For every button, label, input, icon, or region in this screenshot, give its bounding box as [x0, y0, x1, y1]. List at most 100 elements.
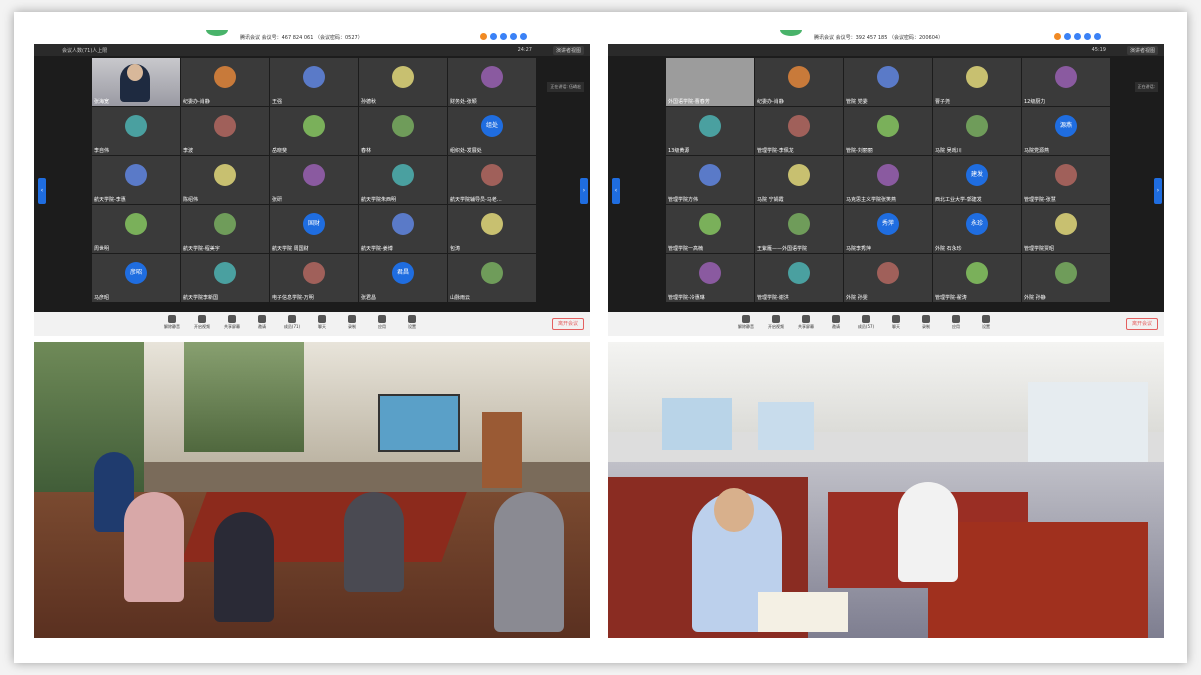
participant-tile[interactable]: 13级黄源 — [666, 107, 754, 155]
participant-tile[interactable]: 航天学院-程美宇 — [181, 205, 269, 253]
participant-tile[interactable]: 曹子尧 — [933, 58, 1021, 106]
participant-tile[interactable]: 外国语学院-曹春芳 — [666, 58, 754, 106]
meeting-topbar: 会议人数(71)人上限 24:27 演讲者视图 — [34, 44, 590, 56]
next-page-icon[interactable]: › — [580, 178, 588, 204]
participant-avatar — [392, 213, 414, 235]
participant-tile[interactable]: 管理学院方伟 — [666, 156, 754, 204]
participant-tile[interactable]: 马院 宁娟霞 — [755, 156, 843, 204]
toolbar-icon — [922, 315, 930, 323]
participant-tile[interactable]: 组处 组织处-发展处 — [448, 107, 536, 155]
toolbar-item[interactable]: 邀请 — [826, 315, 846, 330]
meeting-room-photo-left — [34, 342, 590, 638]
participant-tile[interactable]: 君昌 张君昌 — [359, 254, 447, 302]
toolbar-item[interactable]: 聊天 — [312, 315, 332, 330]
participant-tile[interactable]: 秀萍 马院李秀萍 — [844, 205, 932, 253]
participant-tile[interactable]: 管理学院-谢洪 — [755, 254, 843, 302]
participant-name: 周世明 — [94, 246, 110, 252]
toolbar-item[interactable]: 设置 — [976, 315, 996, 330]
toolbar-label: 应用 — [378, 324, 386, 329]
participant-tile[interactable]: 王紫雁——外国语学院 — [755, 205, 843, 253]
participant-avatar — [966, 262, 988, 284]
toolbar-item[interactable]: 聊天 — [886, 315, 906, 330]
toolbar-item[interactable]: 开启视频 — [192, 315, 212, 330]
participant-tile[interactable]: 管理学院贾昭 — [1022, 205, 1110, 253]
toolbar-item[interactable]: 成员(57) — [856, 315, 876, 330]
participant-avatar: 组处 — [481, 115, 503, 137]
participant-avatar — [788, 213, 810, 235]
participant-tile[interactable]: 国财 航天学院 周国财 — [270, 205, 358, 253]
participant-avatar — [699, 115, 721, 137]
toolbar-item[interactable]: 设置 — [402, 315, 422, 330]
participant-tile[interactable]: 岳晓斐 — [270, 107, 358, 155]
toolbar-icon — [892, 315, 900, 323]
participant-tile[interactable]: 管理学院-冷惠琳 — [666, 254, 754, 302]
toolbar-item[interactable]: 录制 — [916, 315, 936, 330]
window-title: 腾讯会议 会议号：392 457 185 （会议密码：200604） — [814, 35, 944, 41]
participant-name: 13级黄源 — [668, 148, 690, 154]
toolbar-item[interactable]: 应用 — [372, 315, 392, 330]
meeting-time: 45:19 — [1091, 47, 1106, 53]
participant-tile[interactable]: 外院 孙静 — [1022, 254, 1110, 302]
participant-tile[interactable]: 张海宽 — [92, 58, 180, 106]
participant-tile[interactable]: 纪委办-肖静 — [181, 58, 269, 106]
participant-tile[interactable]: 山脉雨云 — [448, 254, 536, 302]
participant-tile[interactable]: 航天学院李新国 — [181, 254, 269, 302]
participant-tile[interactable]: 财务处-张颖 — [448, 58, 536, 106]
toolbar-label: 共享屏幕 — [798, 324, 814, 329]
toolbar-icon — [952, 315, 960, 323]
participant-tile[interactable]: 纪委办-肖静 — [755, 58, 843, 106]
toolbar-icon — [378, 315, 386, 323]
toolbar-item[interactable]: 解除静音 — [736, 315, 756, 330]
participant-tile[interactable]: 管理学院-李佩龙 — [755, 107, 843, 155]
participant-tile[interactable]: 管理学院-张慧 — [1022, 156, 1110, 204]
participant-tile[interactable]: 彦昭 马彦昭 — [92, 254, 180, 302]
participant-tile[interactable]: 管理学院一高楠 — [666, 205, 754, 253]
participant-tile[interactable]: 管院 党委 — [844, 58, 932, 106]
window-title: 腾讯会议 会议号：467 824 061 （会议密码：0527） — [240, 35, 363, 41]
participant-tile[interactable]: 马克思主义学院张笑燕 — [844, 156, 932, 204]
layout-toggle[interactable]: 演讲者视图 — [552, 46, 584, 55]
participant-tile[interactable]: 春林 — [359, 107, 447, 155]
toolbar-item[interactable]: 共享屏幕 — [796, 315, 816, 330]
leave-button[interactable]: 离开会议 — [1126, 318, 1158, 330]
participant-tile[interactable]: 源燕 马院党源燕 — [1022, 107, 1110, 155]
participant-tile[interactable]: 航天学院-姜博 — [359, 205, 447, 253]
participant-tile[interactable]: 包涛 — [448, 205, 536, 253]
participant-tile[interactable]: 管院-刘丽丽 — [844, 107, 932, 155]
toolbar-item[interactable]: 应用 — [946, 315, 966, 330]
toolbar-item[interactable]: 解除静音 — [162, 315, 182, 330]
participant-tile[interactable]: 李自伟 — [92, 107, 180, 155]
participant-tile[interactable]: 李波 — [181, 107, 269, 155]
participant-tile[interactable]: 王强 — [270, 58, 358, 106]
participant-tile[interactable]: 外院 孙雯 — [844, 254, 932, 302]
layout-toggle[interactable]: 演讲者视图 — [1126, 46, 1158, 55]
prev-page-icon[interactable]: ‹ — [38, 178, 46, 204]
speaker-note: 正在讲话: 伍峭宏 — [547, 82, 584, 92]
title-controls[interactable] — [1054, 33, 1104, 42]
participant-tile[interactable]: 马院 吴戏川 — [933, 107, 1021, 155]
participant-tile[interactable]: 12级厨力 — [1022, 58, 1110, 106]
participant-tile[interactable]: 电子信息学院-万明 — [270, 254, 358, 302]
leave-button[interactable]: 离开会议 — [552, 318, 584, 330]
participant-tile[interactable]: 建发 西北工业大学-郭建发 — [933, 156, 1021, 204]
participant-tile[interactable]: 航天学院辅导员-马老… — [448, 156, 536, 204]
participant-tile[interactable]: 周世明 — [92, 205, 180, 253]
next-page-icon[interactable]: › — [1154, 178, 1162, 204]
title-controls[interactable] — [480, 33, 530, 42]
toolbar-item[interactable]: 录制 — [342, 315, 362, 330]
toolbar-item[interactable]: 共享屏幕 — [222, 315, 242, 330]
participant-tile[interactable]: 陈绍伟 — [181, 156, 269, 204]
toolbar-icon — [802, 315, 810, 323]
participant-tile[interactable]: 航天学院朱西明 — [359, 156, 447, 204]
toolbar-icon — [258, 315, 266, 323]
participant-tile[interactable]: 航天学院-李惠 — [92, 156, 180, 204]
participant-tile[interactable]: 管理学院-翟涛 — [933, 254, 1021, 302]
participant-tile[interactable]: 张研 — [270, 156, 358, 204]
participant-tile[interactable]: 永珍 外院 石永珍 — [933, 205, 1021, 253]
toolbar-item[interactable]: 邀请 — [252, 315, 272, 330]
toolbar-item[interactable]: 开启视频 — [766, 315, 786, 330]
toolbar-item[interactable]: 成员(71) — [282, 315, 302, 330]
prev-page-icon[interactable]: ‹ — [612, 178, 620, 204]
participant-tile[interactable]: 孙德秋 — [359, 58, 447, 106]
meeting-window-right: 腾讯会议 会议号：392 457 185 （会议密码：200604） 45:19… — [608, 30, 1164, 336]
